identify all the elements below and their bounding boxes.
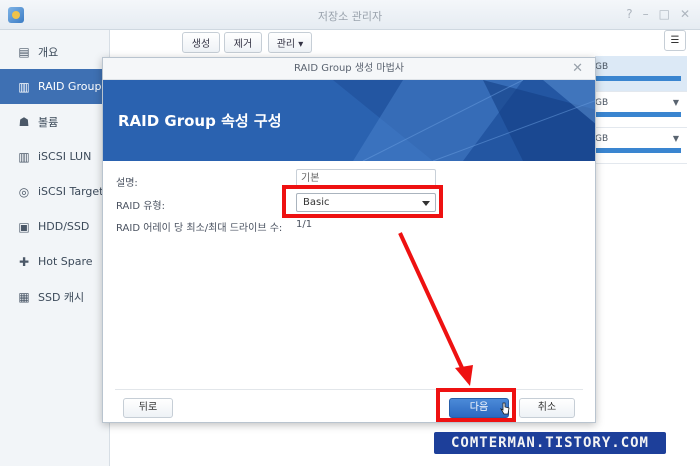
watermark: COMTERMAN.TISTORY.COM — [434, 432, 666, 454]
mouse-pointer-icon — [500, 402, 510, 415]
annotation-arrow — [398, 232, 473, 386]
